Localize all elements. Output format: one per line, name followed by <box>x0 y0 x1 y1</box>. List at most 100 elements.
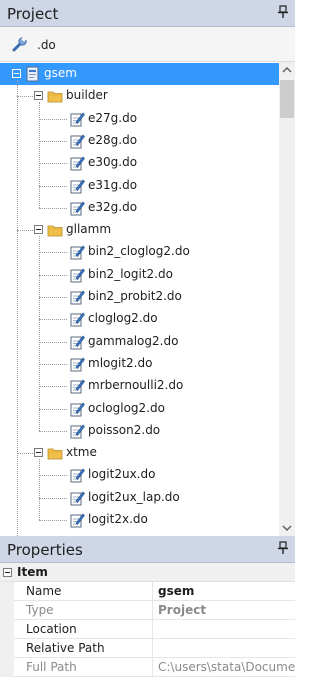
property-name: Full Path <box>26 660 77 674</box>
tree-guide-line <box>39 118 67 120</box>
tree-guide-line <box>39 140 67 142</box>
tree-guide-line <box>39 207 67 209</box>
property-row-location[interactable]: Location <box>0 620 295 639</box>
tree-guide-line <box>39 520 67 521</box>
wrench-icon[interactable] <box>11 36 28 53</box>
do-file-icon <box>69 356 85 372</box>
project-icon <box>25 66 41 82</box>
property-value: C:\users\stata\Docume <box>158 660 295 674</box>
tree-item-label: logit2ux_lap.do <box>88 489 180 504</box>
tree-guide-line <box>39 297 67 298</box>
folder-open-icon <box>47 222 63 238</box>
property-row-name[interactable]: Name gsem <box>0 582 295 601</box>
tree-item-label: logit2ux.do <box>88 467 156 482</box>
tree-folder-gllamm[interactable]: gllamm <box>0 219 279 241</box>
do-file-icon <box>69 133 85 149</box>
do-file-icon <box>69 155 85 171</box>
tree-item-label: mrbernoulli2.do <box>88 378 184 393</box>
tree-guide-line <box>39 459 40 520</box>
tree-item-label: ocloglog2.do <box>88 400 165 415</box>
do-file-icon <box>69 378 85 394</box>
do-file-icon <box>69 289 85 305</box>
do-file-icon <box>69 512 85 528</box>
properties-category-row[interactable]: Item <box>0 563 295 582</box>
property-value: Project <box>158 603 207 617</box>
project-panel-header: Project <box>0 0 295 27</box>
project-tree: gsem builder e27g.do e28g.do e30g.do e31g.do e… <box>0 62 279 536</box>
tree-guide-line <box>39 386 67 388</box>
tree-guide-line <box>39 497 67 499</box>
extension-filter-input[interactable] <box>37 36 287 54</box>
collapse-icon[interactable] <box>3 568 12 577</box>
properties-panel-title: Properties <box>7 541 83 559</box>
do-file-icon <box>69 111 85 127</box>
tree-folder-builder[interactable]: builder <box>0 85 279 107</box>
tree-guide-line <box>39 319 67 321</box>
collapse-icon[interactable] <box>34 448 43 458</box>
tree-guide-line <box>39 430 67 432</box>
collapse-icon[interactable] <box>34 225 43 235</box>
property-name: Relative Path <box>26 641 105 655</box>
tree-item-label: e27g.do <box>88 110 138 125</box>
tree-guide-line <box>17 96 33 98</box>
do-file-icon <box>69 267 85 283</box>
tree-item-label: gllamm <box>66 222 112 237</box>
tree-item-label: e28g.do <box>88 132 138 147</box>
do-file-icon <box>69 490 85 506</box>
tree-item-label: e31g.do <box>88 177 138 192</box>
property-value[interactable]: gsem <box>158 584 194 598</box>
scroll-down-arrow-icon[interactable] <box>279 519 295 536</box>
tree-item-label: bin2_probit2.do <box>88 289 182 303</box>
tree-guide-line <box>17 230 33 232</box>
tree-guide-line <box>17 80 18 536</box>
do-file-icon <box>69 334 85 350</box>
collapse-icon[interactable] <box>12 69 21 78</box>
tree-guide-line <box>39 185 67 187</box>
tree-guide-line <box>39 341 67 343</box>
tree-guide-line <box>39 475 67 477</box>
folder-open-icon <box>47 88 63 104</box>
tree-item-label: xtme <box>66 445 97 460</box>
tree-root-gsem[interactable]: gsem <box>0 63 279 85</box>
pin-icon[interactable] <box>278 541 288 555</box>
folder-open-icon <box>47 445 63 461</box>
do-file-icon <box>69 311 85 327</box>
do-file-icon <box>69 401 85 417</box>
tree-item-label: e32g.do <box>88 199 138 214</box>
tree-item-label: builder <box>66 88 108 103</box>
properties-grid: Item Name gsem Type Project Location Rel… <box>0 563 295 683</box>
project-toolbar <box>0 27 295 62</box>
tree-guide-line <box>39 236 40 431</box>
do-file-icon <box>69 200 85 216</box>
scroll-up-arrow-icon[interactable] <box>279 62 295 79</box>
scrollbar-thumb[interactable] <box>280 80 294 118</box>
do-file-icon <box>69 467 85 483</box>
tree-item-label: e30g.do <box>88 155 138 170</box>
tree-item-label: bin2_cloglog2.do <box>88 244 190 259</box>
pin-icon[interactable] <box>278 5 288 19</box>
property-row-type[interactable]: Type Project <box>0 601 295 620</box>
tree-guide-line <box>39 252 67 254</box>
collapse-icon[interactable] <box>34 91 43 101</box>
do-file-icon <box>69 178 85 194</box>
tree-item-label: gsem <box>44 66 77 80</box>
tree-scrollbar[interactable] <box>279 62 295 536</box>
tree-folder-xtme[interactable]: xtme <box>0 442 279 464</box>
do-file-icon <box>69 423 85 439</box>
property-name: Type <box>26 603 54 617</box>
project-panel-title: Project <box>7 5 59 23</box>
do-file-icon <box>69 244 85 260</box>
properties-panel-header: Properties <box>0 536 295 563</box>
tree-item-label: mlogit2.do <box>88 355 153 370</box>
property-name: Location <box>26 622 77 636</box>
tree-guide-line <box>17 453 33 455</box>
property-row-relative-path[interactable]: Relative Path <box>0 639 295 658</box>
tree-guide-line <box>39 274 67 276</box>
tree-item-label: poisson2.do <box>88 422 161 437</box>
tree-item-label: cloglog2.do <box>88 311 158 326</box>
tree-guide-line <box>39 363 67 365</box>
tree-guide-line <box>39 408 67 410</box>
tree-guide-line <box>39 163 67 165</box>
tree-guide-line <box>39 102 40 208</box>
property-row-full-path[interactable]: Full Path C:\users\stata\Docume <box>0 658 295 677</box>
